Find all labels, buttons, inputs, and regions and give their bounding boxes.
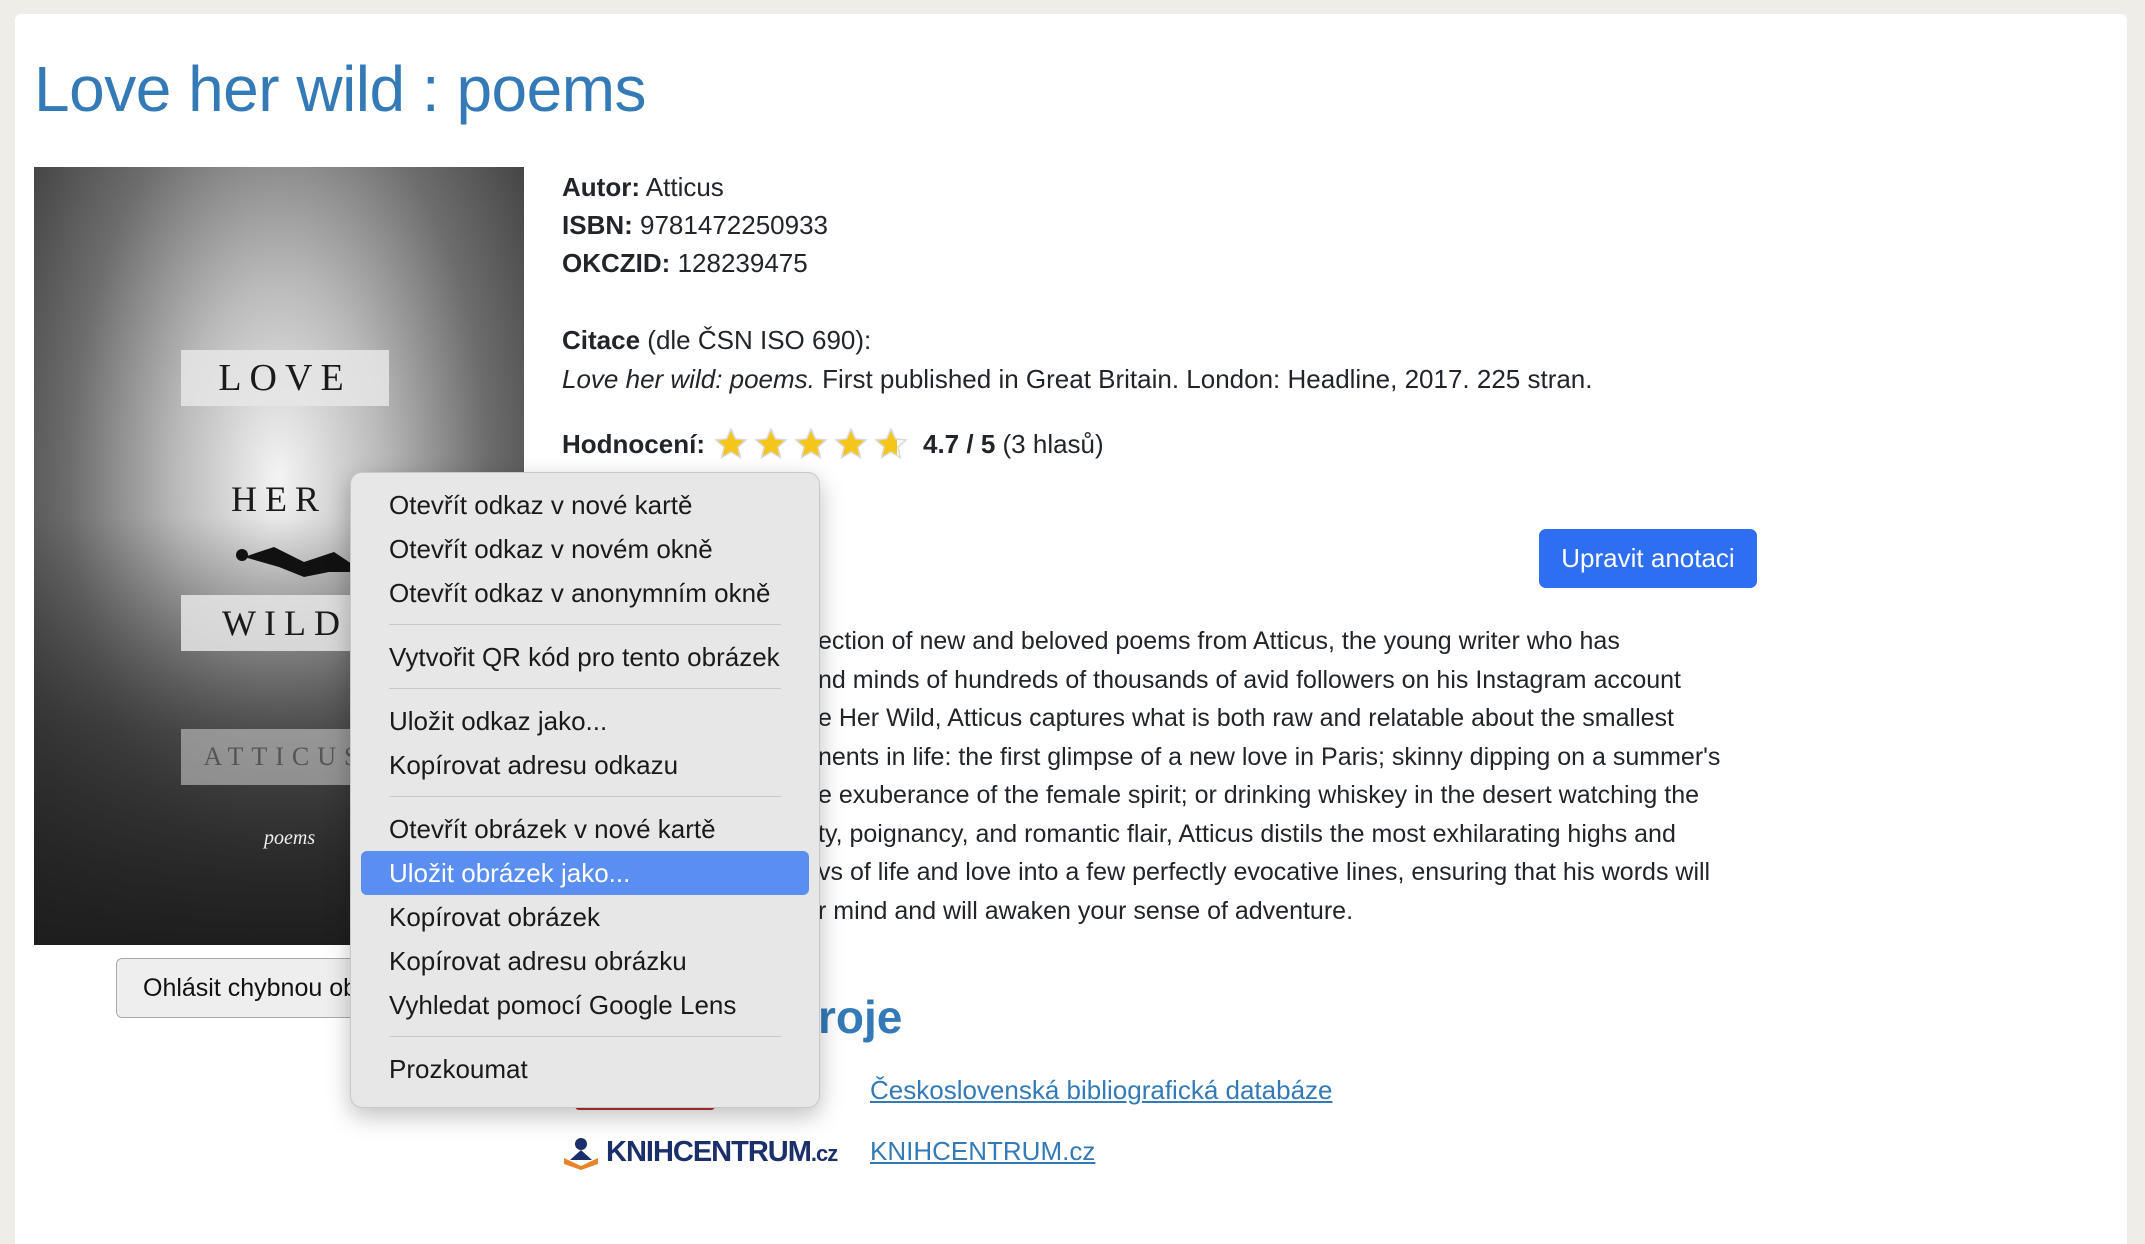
context-menu-item[interactable]: Prozkoumat (361, 1047, 809, 1091)
annotation-line: vs of life and love into a few perfectly… (818, 858, 1711, 886)
star-icon[interactable] (873, 426, 909, 462)
star-icon[interactable] (833, 426, 869, 462)
citation-title: Love her wild: poems. (562, 364, 815, 394)
context-menu-item[interactable]: Vytvořit QR kód pro tento obrázek (361, 635, 809, 679)
citation-rest: First published in Great Britain. London… (822, 364, 1593, 394)
annotation-line: e exuberance of the female spirit; or dr… (818, 781, 1700, 809)
context-menu-item[interactable]: Kopírovat obrázek (361, 895, 809, 939)
context-menu-item[interactable]: Otevřít odkaz v anonymním okně (361, 571, 809, 615)
context-menu: Otevřít odkaz v nové kartě Otevřít odkaz … (350, 472, 820, 1108)
cover-subtitle: poems (264, 827, 316, 849)
annotation-line: ty, poignancy, and romantic flair, Attic… (818, 819, 1676, 848)
context-menu-item[interactable]: Kopírovat adresu odkazu (361, 743, 809, 787)
sources-heading: roje (818, 991, 903, 1043)
context-menu-separator (389, 624, 781, 625)
link-knihcentrum[interactable]: KNIHCENTRUM.cz (870, 1136, 1095, 1167)
annotation-line: ection of new and beloved poems from Att… (818, 627, 1620, 655)
context-menu-separator (389, 796, 781, 797)
annotation-line: r mind and will awaken your sense of adv… (818, 896, 1354, 925)
context-menu-separator (389, 688, 781, 689)
star-icon[interactable] (713, 426, 749, 462)
author-label: Autor: (562, 172, 640, 202)
author-row: Autor: Atticus (562, 172, 724, 203)
knihcentrum-logo-suffix: .cz (810, 1141, 838, 1166)
context-menu-item[interactable]: Kopírovat adresu obrázku (361, 939, 809, 983)
annotation-line: nents in life: the first glimpse of a ne… (818, 742, 1721, 771)
author-value: Atticus (645, 172, 724, 202)
context-menu-item[interactable]: Otevřít odkaz v novém okně (361, 527, 809, 571)
okczid-label: OKCZID: (562, 248, 671, 278)
isbn-row: ISBN: 9781472250933 (562, 210, 828, 241)
context-menu-item[interactable]: Vyhledat pomocí Google Lens (361, 983, 809, 1027)
rating-votes: (3 hlasů) (1002, 428, 1104, 459)
okczid-row: OKCZID: 128239475 (562, 248, 808, 279)
context-menu-item[interactable]: Otevřít obrázek v nové kartě (361, 807, 809, 851)
link-bibliographic-database[interactable]: Československá bibliografická databáze (870, 1075, 1333, 1106)
context-menu-separator (389, 1036, 781, 1037)
okczid-value: 128239475 (677, 248, 808, 278)
cover-title-her: HER (231, 479, 327, 519)
rating-stars[interactable] (713, 426, 913, 462)
citation-text: Love her wild: poems. First published in… (562, 364, 1593, 395)
annotation-text: ection of new and beloved poems from Att… (818, 622, 1763, 930)
knihcentrum-icon (564, 1138, 598, 1170)
context-menu-item[interactable]: Uložit odkaz jako... (361, 699, 809, 743)
context-menu-item[interactable]: Uložit obrázek jako... (361, 851, 809, 895)
citation-label: Citace (562, 325, 641, 355)
rating-row: Hodnocení: 4.7 / 5 (3 hlasů) (562, 426, 1104, 462)
cover-title-love: LOVE (181, 350, 389, 406)
star-icon[interactable] (753, 426, 789, 462)
citation-standard: (dle ČSN ISO 690): (647, 325, 872, 355)
report-cover-button[interactable]: Ohlásit chybnou obálku (116, 958, 376, 1018)
annotation-line: e Her Wild, Atticus captures what is bot… (818, 704, 1674, 732)
rating-value: 4.7 / 5 (923, 428, 996, 459)
knihcentrum-logo: KNIHCENTRUM .cz (562, 1136, 838, 1170)
isbn-value: 9781472250933 (640, 210, 828, 240)
annotation-line: nd minds of hundreds of thousands of avi… (818, 665, 1682, 694)
citation-heading: Citace (dle ČSN ISO 690): (562, 325, 871, 356)
rating-label: Hodnocení: (562, 428, 705, 459)
star-icon[interactable] (793, 426, 829, 462)
isbn-label: ISBN: (562, 210, 633, 240)
knihcentrum-logo-text: KNIHCENTRUM (606, 1136, 812, 1168)
page-title: Love her wild : poems (34, 53, 647, 125)
context-menu-item[interactable]: Otevřít odkaz v nové kartě (361, 483, 809, 527)
edit-annotation-button[interactable]: Upravit anotaci (1539, 529, 1757, 588)
